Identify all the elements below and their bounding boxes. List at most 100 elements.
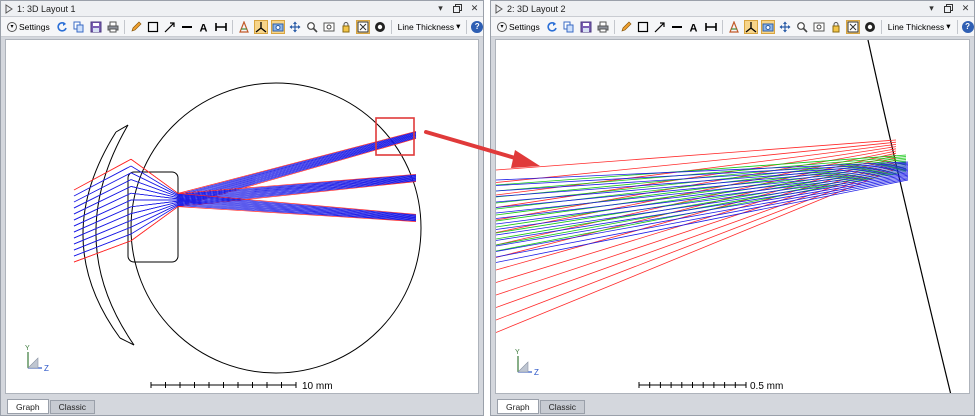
window-titlebar[interactable]: 1: 3D Layout 1 ▾ ✕ [1, 1, 483, 17]
toolbar-separator [390, 19, 392, 34]
close-icon[interactable]: ✕ [469, 3, 480, 14]
help-icon[interactable]: ? [961, 20, 974, 33]
lock-icon[interactable] [339, 20, 353, 34]
pan-icon[interactable] [288, 20, 302, 34]
ray-segment [496, 168, 907, 240]
dimension-icon[interactable] [704, 20, 718, 34]
lock-icon[interactable] [829, 20, 843, 34]
ray-segment [130, 205, 179, 235]
ray-segment [73, 206, 132, 233]
fit-icon[interactable] [355, 19, 370, 34]
text-icon[interactable]: A [197, 20, 211, 34]
toolbar-separator [880, 19, 882, 34]
tab-classic[interactable]: Classic [49, 400, 96, 414]
print-icon[interactable] [106, 20, 120, 34]
fullscreen-icon[interactable] [863, 20, 877, 34]
line-icon[interactable] [180, 20, 194, 34]
settings-button[interactable]: ▾ Settings [495, 21, 542, 32]
graph-toolbar: ▾ Settings A Line Thickness ▾ ? [1, 17, 484, 37]
toolbar-separator [956, 19, 958, 34]
zoom-icon[interactable] [795, 20, 809, 34]
tab-graph[interactable]: Graph [7, 399, 49, 414]
chevron-down-icon: ▾ [7, 21, 17, 32]
svg-text:A: A [199, 22, 207, 33]
pencil-icon[interactable] [129, 20, 143, 34]
restore-icon[interactable] [943, 3, 954, 14]
help-icon[interactable]: ? [471, 20, 484, 33]
chevron-down-icon: ▾ [456, 21, 461, 31]
ray-segment [73, 165, 132, 197]
layout-window-icon [495, 3, 503, 14]
window-title: 1: 3D Layout 1 [17, 3, 76, 14]
ray-segment [73, 192, 132, 221]
save-icon[interactable] [579, 20, 593, 34]
axis-y-label: Y [25, 345, 30, 352]
rectangle-icon[interactable] [146, 20, 160, 34]
view-tabs: Graph Classic [497, 399, 586, 414]
color-icon[interactable] [237, 20, 251, 34]
cornea-inner-surface [82, 131, 121, 339]
layout-window-2: 2: 3D Layout 2 ▾ ✕ ▾ Settings A Line Thi… [490, 0, 975, 416]
refresh-icon[interactable] [55, 20, 69, 34]
save-icon[interactable] [89, 20, 103, 34]
pan-icon[interactable] [778, 20, 792, 34]
ray-fan-group [73, 131, 417, 263]
window-menu-dropdown-icon[interactable]: ▾ [926, 3, 937, 14]
pencil-icon[interactable] [619, 20, 633, 34]
line-thickness-dropdown[interactable]: Line Thickness ▾ [396, 21, 463, 32]
ray-segment [496, 166, 907, 234]
toolbar-separator [613, 19, 615, 34]
ray-segment [73, 186, 132, 215]
dimension-icon[interactable] [214, 20, 228, 34]
layout-graph-canvas[interactable]: Y Z 0.5 mm [495, 39, 970, 394]
window-title: 2: 3D Layout 2 [507, 3, 566, 14]
scale-bar: 10 mm [150, 381, 333, 392]
axis-y-label: Y [515, 349, 520, 356]
axes-icon[interactable] [743, 19, 758, 34]
fit-icon[interactable] [845, 19, 860, 34]
tab-graph[interactable]: Graph [497, 399, 539, 414]
axis-triad-icon: Y Z [25, 345, 49, 373]
tab-classic[interactable]: Classic [539, 400, 586, 414]
toolbar-separator [721, 19, 723, 34]
toolbar-separator [466, 19, 468, 34]
camera-icon[interactable] [270, 19, 285, 34]
zoom-window-icon[interactable] [812, 20, 826, 34]
ray-segment [73, 213, 132, 239]
view-tabs: Graph Classic [7, 399, 96, 414]
line-thickness-dropdown[interactable]: Line Thickness ▾ [886, 21, 953, 32]
fullscreen-icon[interactable] [373, 20, 387, 34]
scale-bar: 0.5 mm [638, 381, 783, 392]
copy-icon[interactable] [72, 20, 86, 34]
layout-3d-zoom-drawing: Y Z 0.5 mm [496, 40, 952, 393]
camera-icon[interactable] [760, 19, 775, 34]
copy-icon[interactable] [562, 20, 576, 34]
restore-icon[interactable] [452, 3, 463, 14]
refresh-icon[interactable] [545, 20, 559, 34]
rectangle-icon[interactable] [636, 20, 650, 34]
layout-graph-canvas[interactable]: Y Z 10 mm [5, 39, 479, 394]
toolbar-separator [231, 19, 233, 34]
axes-icon[interactable] [253, 19, 268, 34]
print-icon[interactable] [596, 20, 610, 34]
crystalline-lens [127, 171, 179, 263]
arrow-line-icon[interactable] [653, 20, 667, 34]
window-titlebar[interactable]: 2: 3D Layout 2 ▾ ✕ [491, 1, 974, 17]
ray-segment [73, 172, 132, 203]
line-thickness-label: Line Thickness [397, 21, 455, 32]
ray-segment [73, 240, 132, 263]
close-icon[interactable]: ✕ [960, 3, 971, 14]
settings-button[interactable]: ▾ Settings [5, 21, 52, 32]
line-icon[interactable] [670, 20, 684, 34]
chevron-down-icon: ▾ [946, 21, 951, 31]
axis-triad-icon: Y Z [515, 349, 539, 377]
line-thickness-label: Line Thickness [887, 21, 945, 32]
zoomed-ray-fan-group [496, 139, 909, 333]
color-icon[interactable] [727, 20, 741, 34]
text-icon[interactable]: A [687, 20, 701, 34]
zoom-window-icon[interactable] [322, 20, 336, 34]
window-menu-dropdown-icon[interactable]: ▾ [435, 3, 446, 14]
arrow-line-icon[interactable] [163, 20, 177, 34]
zoom-icon[interactable] [305, 20, 319, 34]
toolbar-separator [123, 19, 125, 34]
